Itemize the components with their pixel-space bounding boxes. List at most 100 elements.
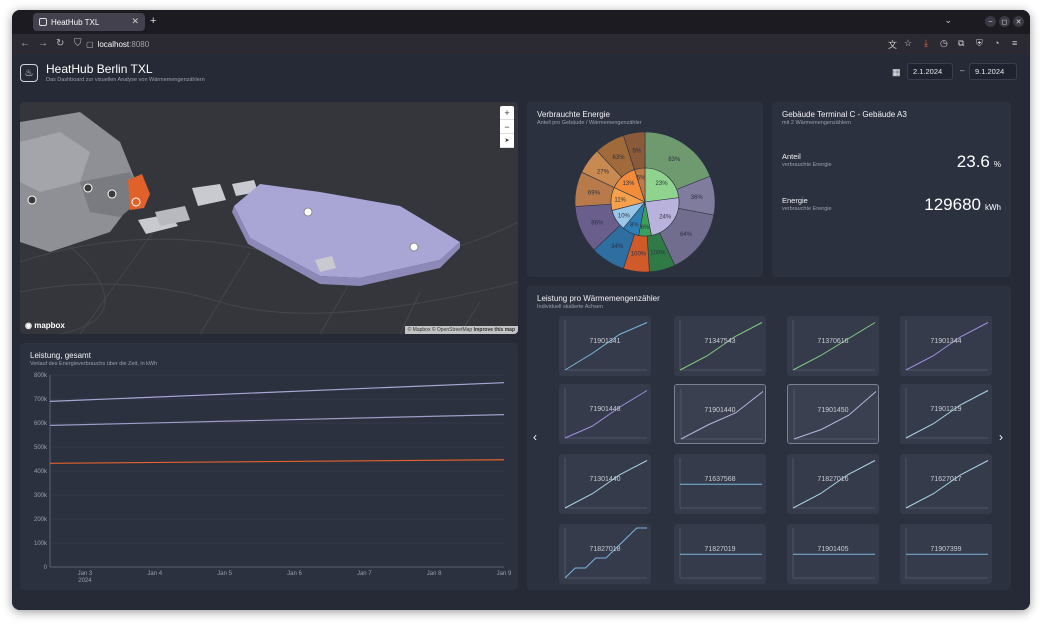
y-tick-label: 700k xyxy=(34,397,48,403)
map-canvas[interactable] xyxy=(20,102,518,334)
meter-id-label: 71637568 xyxy=(704,476,736,483)
meter-chart[interactable]: 71370616 xyxy=(787,316,879,376)
app-title: HeatHub Berlin TXL xyxy=(46,62,153,76)
compass-button[interactable]: ➤ xyxy=(500,134,514,148)
meter-sparkline xyxy=(905,528,988,579)
extensions-icon[interactable]: ⧉ xyxy=(958,38,964,49)
energy-label: Energie xyxy=(782,196,808,205)
meter-sparkline xyxy=(679,458,762,509)
meter-chart[interactable]: 71637568 xyxy=(674,454,766,514)
meter-chart[interactable]: 71901341 xyxy=(559,316,651,376)
mini-line xyxy=(680,391,764,440)
meter-chart[interactable]: 71907399 xyxy=(900,524,992,584)
history-icon[interactable]: ◷ xyxy=(940,38,948,49)
zoom-in-button[interactable]: + xyxy=(500,106,514,120)
meter-id-label: 71301440 xyxy=(589,476,621,483)
account-icon[interactable]: ◔ xyxy=(994,38,999,48)
meter-chart[interactable]: 71901440 xyxy=(674,384,766,444)
inner-label: 23% xyxy=(656,181,669,187)
meter-chart[interactable]: 71827016 xyxy=(787,454,879,514)
meter-chart[interactable]: 71901450 xyxy=(787,384,879,444)
bookmark-star-icon[interactable]: ☆ xyxy=(904,38,912,49)
map-view[interactable]: + − ➤ ◉ mapbox © Mapbox © OpenStreetMap … xyxy=(20,102,518,334)
meter-chart[interactable]: 71901448 xyxy=(559,384,651,444)
next-page-button[interactable]: › xyxy=(999,430,1003,444)
x-tick-label: Jan 4 xyxy=(147,571,162,577)
series-line xyxy=(49,414,505,426)
zoom-out-button[interactable]: − xyxy=(500,120,514,134)
prev-page-button[interactable]: ‹ xyxy=(533,430,537,444)
meter-sparkline xyxy=(679,528,762,579)
mini-line xyxy=(792,460,876,509)
date-from-input[interactable]: 2.1.2024 xyxy=(907,63,953,80)
y-tick-label: 200k xyxy=(34,517,48,523)
maximize-icon[interactable]: ◻ xyxy=(999,16,1010,27)
outer-label: 86% xyxy=(591,221,604,227)
shield-icon[interactable]: ⛉ xyxy=(74,38,82,49)
x-tick-label: Jan 9 xyxy=(497,571,512,577)
list-tabs-icon[interactable]: ⌄ xyxy=(944,15,952,26)
url-host: localhost xyxy=(97,39,130,49)
tab-title: HeatHub TXL xyxy=(51,17,100,27)
total-power-chart[interactable]: 0 100k 200k 300k 400k 500k 600k 700k 800k Jan 320… xyxy=(20,343,518,590)
share-sublabel: verbrauchte Energie xyxy=(782,162,832,168)
calendar-icon[interactable]: ▦ xyxy=(892,67,901,78)
mini-line xyxy=(564,322,648,371)
attribution-text[interactable]: © Mapbox © OpenStreetMap xyxy=(408,327,474,333)
energy-sunburst-chart[interactable]: 83% 36% 64% 100%100% 34% 86% 69% 27% 63% 5% 23% 24%… xyxy=(527,102,763,277)
mini-line xyxy=(905,390,989,439)
meter-chart[interactable]: 71301440 xyxy=(559,454,651,514)
improve-map-link[interactable]: Improve this map xyxy=(474,327,515,333)
menu-icon[interactable]: ≡ xyxy=(1012,38,1017,48)
close-tab-icon[interactable]: ✕ xyxy=(131,16,139,27)
close-window-icon[interactable]: ✕ xyxy=(1013,16,1024,27)
mapbox-logo-text: mapbox xyxy=(34,321,65,330)
y-tick-label: 500k xyxy=(34,445,48,451)
map-attribution: © Mapbox © OpenStreetMap Improve this ma… xyxy=(404,326,518,334)
download-icon[interactable]: ⤓ xyxy=(924,38,928,49)
y-tick-label: 100k xyxy=(34,541,48,547)
inner-label: 11% xyxy=(614,198,626,204)
date-to-input[interactable]: 9.1.2024 xyxy=(969,63,1017,80)
outer-label: 34% xyxy=(611,244,624,250)
browser-tab[interactable]: HeatHub TXL ✕ xyxy=(33,13,145,31)
meter-chart[interactable]: 71347543 xyxy=(674,316,766,376)
share-label: Anteil xyxy=(782,152,801,161)
energy-share-card: Verbrauchte Energie Anteil pro Gebäude /… xyxy=(527,102,763,277)
forward-icon[interactable]: → xyxy=(38,38,48,49)
app-subtitle: Das Dashboard zur visuellen Analyse von … xyxy=(46,77,205,83)
x-tick-label: Jan 7 xyxy=(357,571,372,577)
meter-chart[interactable]: 71901405 xyxy=(787,524,879,584)
reload-icon[interactable]: ↻ xyxy=(56,38,64,49)
url-bar[interactable]: ▢ localhost:8080 xyxy=(86,37,886,51)
y-tick-label: 0 xyxy=(44,565,48,571)
meter-chart[interactable]: 71901219 xyxy=(900,384,992,444)
energy-number: 129680 xyxy=(924,195,981,214)
meter-id-label: 71347543 xyxy=(704,338,736,345)
inner-label: 10% xyxy=(618,213,631,219)
meter-chart[interactable]: 71827019 xyxy=(674,524,766,584)
meter-sparkline xyxy=(564,388,648,439)
inner-label: 24% xyxy=(659,215,672,221)
meter-power-title: Leistung pro Wärmemengenzähler xyxy=(537,294,660,303)
meter-sparkline xyxy=(792,528,875,579)
meter-chart[interactable]: 71827018 xyxy=(559,524,651,584)
meter-id-label: 71370616 xyxy=(817,338,849,345)
series-line xyxy=(49,459,505,464)
outer-label: 36% xyxy=(691,195,704,201)
energy-unit: kWh xyxy=(985,203,1001,212)
minimize-icon[interactable]: – xyxy=(985,16,996,27)
meter-chart[interactable]: 71901344 xyxy=(900,316,992,376)
shield-addon-icon[interactable]: ⛨ xyxy=(976,38,983,49)
dashboard-page: ♨ HeatHub Berlin TXL Das Dashboard zur v… xyxy=(12,54,1030,610)
meter-id-label: 71827019 xyxy=(704,546,736,553)
meter-id-label: 71827018 xyxy=(589,546,621,553)
back-icon[interactable]: ← xyxy=(20,38,30,49)
nav-bar: ← → ↻ ⛉ ▢ localhost:8080 文 ☆ ⤓ ◷ ⧉ ⛨ ◔ ≡ xyxy=(12,34,1030,54)
new-tab-button[interactable]: + xyxy=(150,15,156,27)
translate-icon[interactable]: 文 xyxy=(888,38,897,51)
meter-sparkline xyxy=(564,527,647,579)
meter-chart[interactable]: 71627017 xyxy=(900,454,992,514)
meter-id-label: 71901450 xyxy=(817,407,849,414)
mapbox-logo[interactable]: ◉ mapbox xyxy=(25,321,65,330)
